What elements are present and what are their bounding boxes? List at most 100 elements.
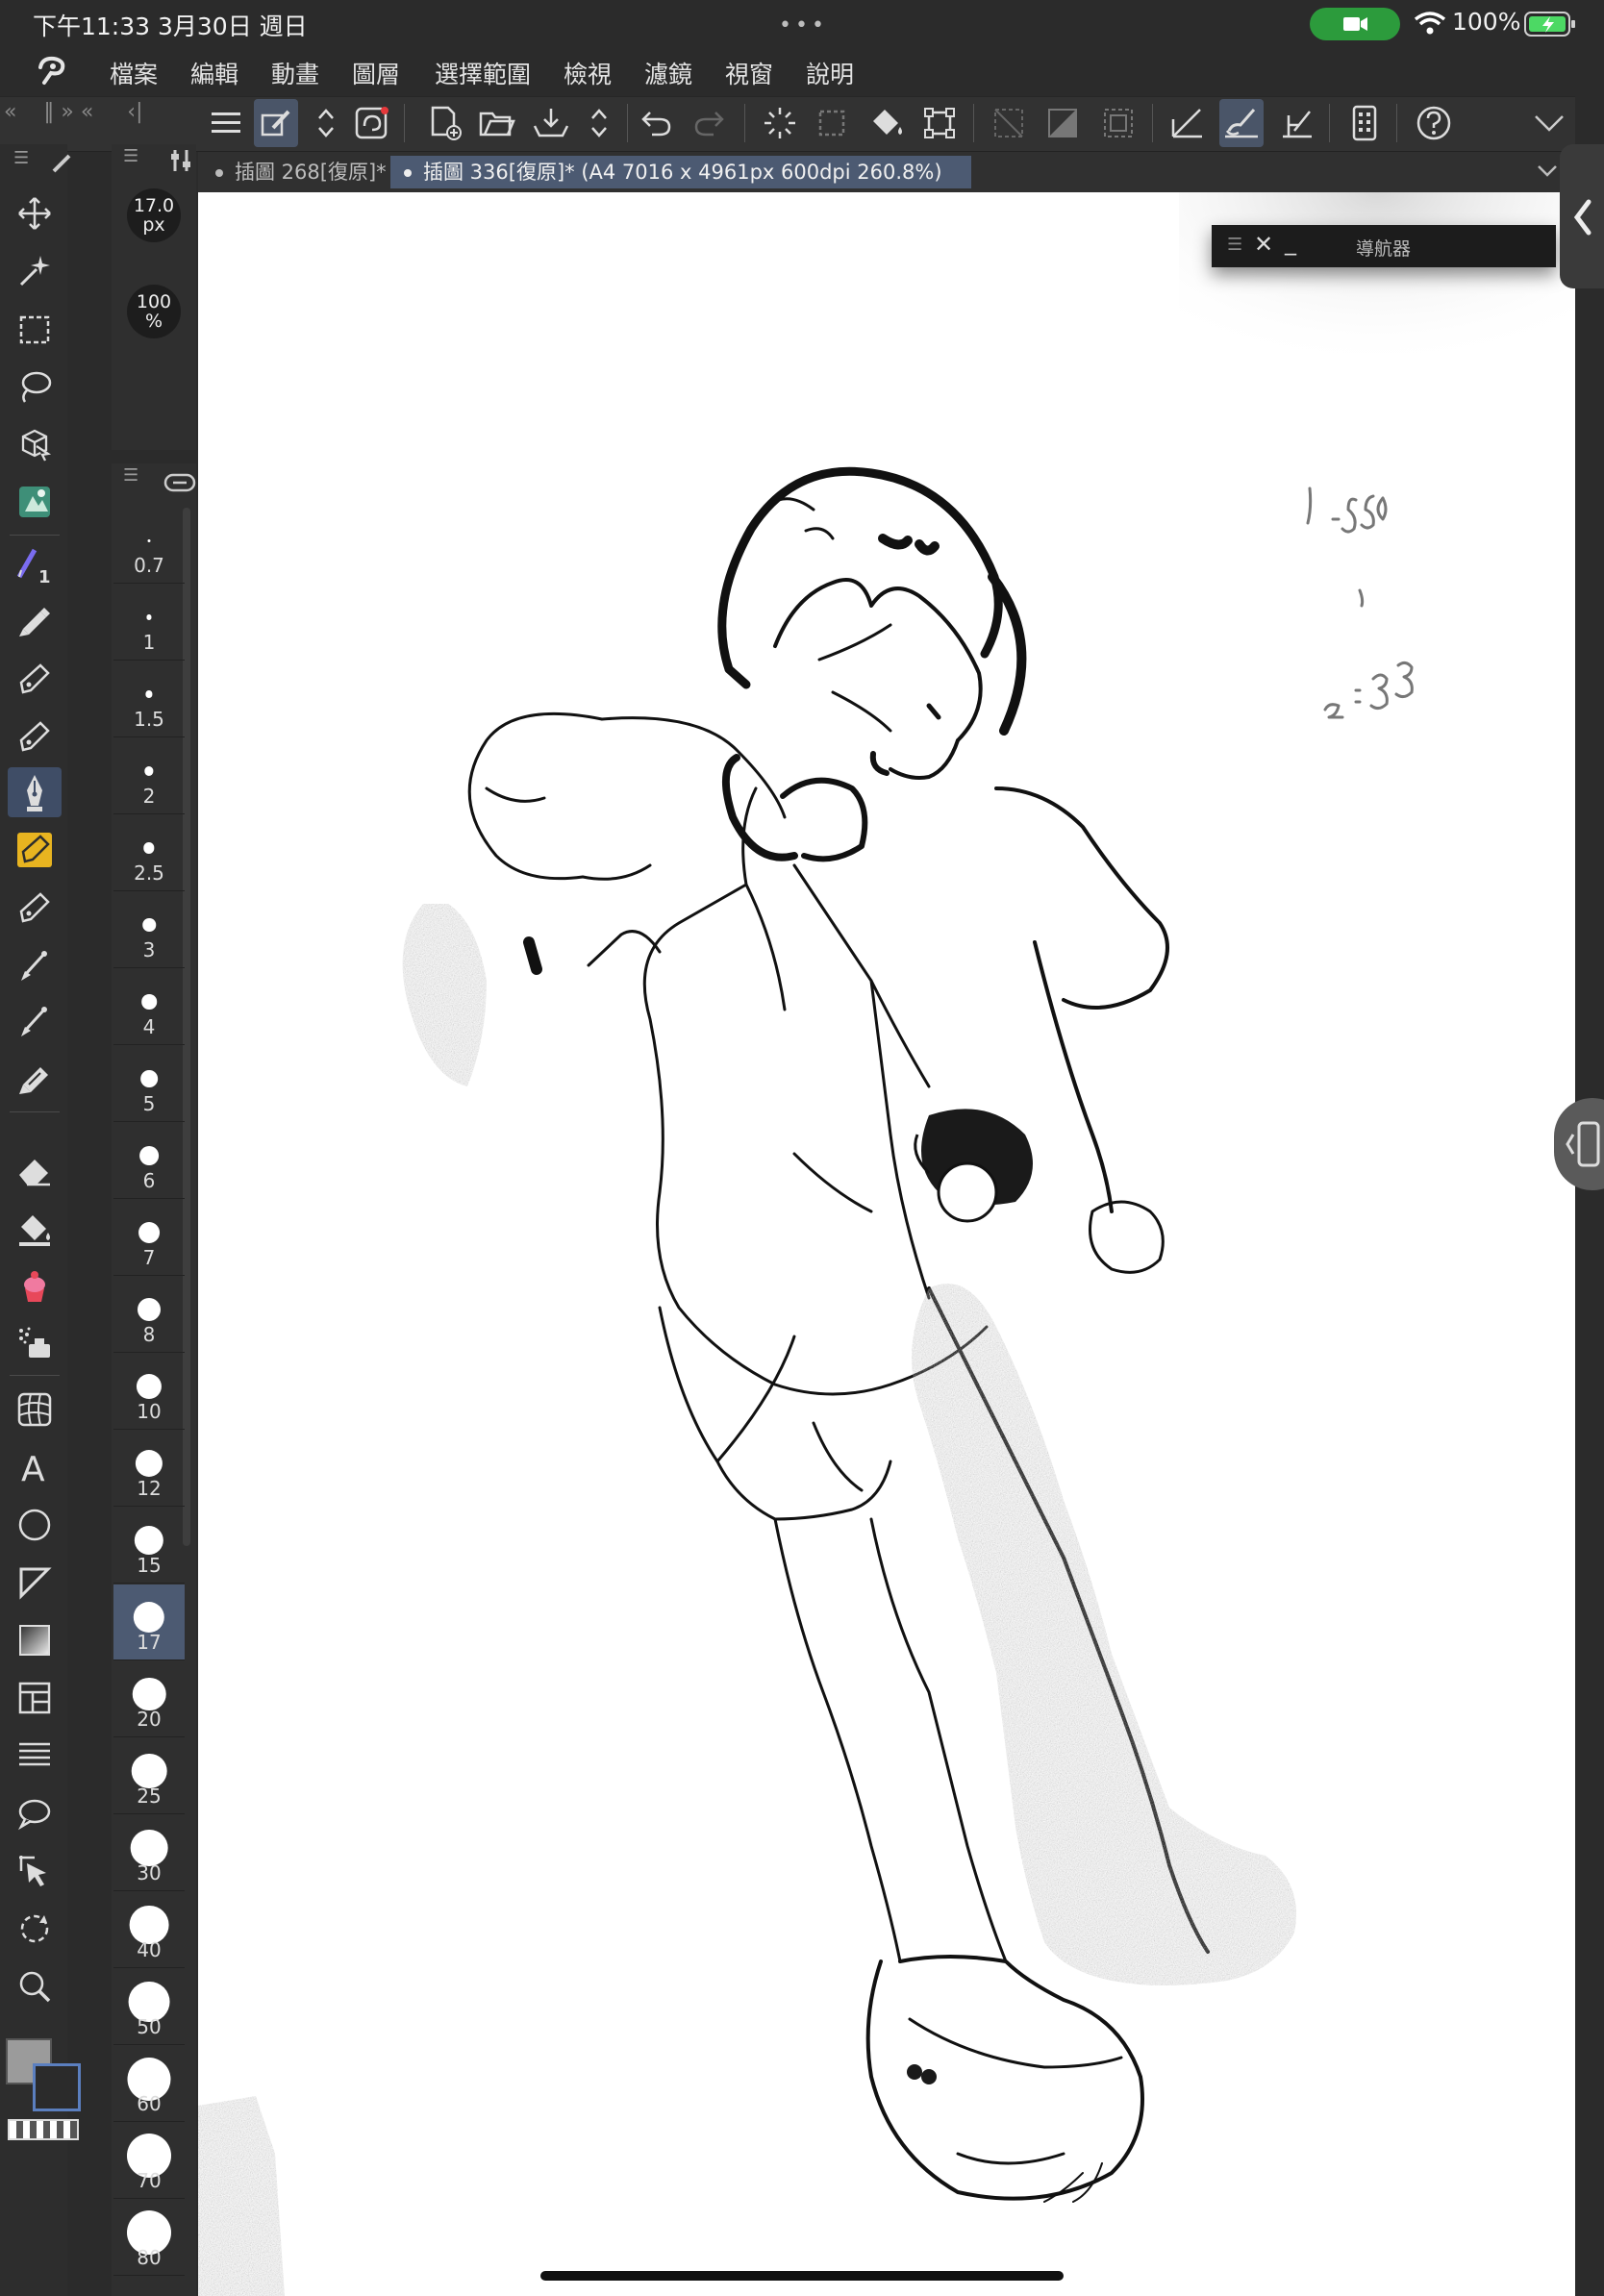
menu-layer[interactable]: 圖層 xyxy=(352,56,400,90)
brush-size-item[interactable]: 30 xyxy=(113,1815,185,1891)
brush-size-item[interactable]: 40 xyxy=(113,1892,185,1968)
ruler-snap-icon[interactable] xyxy=(1165,99,1210,147)
airbrush-tone-icon[interactable] xyxy=(8,1317,62,1367)
close-icon[interactable]: ✕ xyxy=(1254,231,1273,258)
brush-snap-icon[interactable] xyxy=(1219,99,1264,147)
mode-toggle-icon[interactable] xyxy=(304,99,348,147)
panel-menu-icon[interactable]: ☰ xyxy=(123,146,138,166)
object-select-icon[interactable] xyxy=(8,1846,62,1896)
menu-window[interactable]: 視窗 xyxy=(725,56,773,90)
brush-size-item[interactable]: 4 xyxy=(113,969,185,1045)
help-icon[interactable] xyxy=(1412,99,1456,147)
edit-mode-icon[interactable] xyxy=(254,99,298,147)
select-all-icon[interactable] xyxy=(1096,99,1140,147)
lasso-icon[interactable] xyxy=(8,362,62,412)
brush-size-item[interactable]: 15 xyxy=(113,1508,185,1584)
drawing-canvas[interactable] xyxy=(198,192,1575,2296)
tab-document-active[interactable]: 插圖 336[復原]* (A4 7016 x 4961px 600dpi 260… xyxy=(390,156,971,188)
brush-size-item[interactable]: 5 xyxy=(113,1046,185,1122)
brush-size-indicator[interactable]: 17.0 px xyxy=(127,188,181,242)
collapse-left-icon[interactable]: « ‖ » « ‹| xyxy=(4,100,143,124)
clear-selection-icon[interactable] xyxy=(987,99,1031,147)
speech-bubble-icon[interactable] xyxy=(8,1788,62,1838)
panel-menu-icon[interactable]: ☰ xyxy=(13,148,29,168)
g-pen-icon[interactable] xyxy=(8,767,62,817)
sub-color-swatch[interactable] xyxy=(33,2063,81,2111)
home-indicator[interactable] xyxy=(540,2271,1064,2281)
menu-animation[interactable]: 動畫 xyxy=(271,56,319,90)
brush-size-item[interactable]: 6 xyxy=(113,1123,185,1199)
grid-snap-icon[interactable] xyxy=(1275,99,1319,147)
navigator-panel[interactable]: ☰ ✕ _ 導航器 xyxy=(1212,225,1556,267)
brush-size-item[interactable]: 2.5 xyxy=(113,815,185,891)
menu-icon[interactable] xyxy=(204,99,248,147)
right-panel-toggle[interactable] xyxy=(1560,144,1604,288)
brush-size-item[interactable]: 60 xyxy=(113,2046,185,2122)
brush-size-item[interactable]: 8 xyxy=(113,1277,185,1353)
panel-icon[interactable] xyxy=(8,1673,62,1723)
blend-icon[interactable] xyxy=(8,1261,62,1311)
save-icon[interactable] xyxy=(529,99,573,147)
pen-icon[interactable] xyxy=(8,654,62,704)
ellipse-icon[interactable] xyxy=(8,1500,62,1550)
gradient-icon[interactable] xyxy=(8,1615,62,1665)
fill-icon[interactable] xyxy=(8,1204,62,1254)
app-logo-icon[interactable] xyxy=(35,54,69,88)
new-file-icon[interactable] xyxy=(423,99,467,147)
brush-size-item[interactable]: 20 xyxy=(113,1661,185,1737)
menu-help[interactable]: 說明 xyxy=(806,56,854,90)
text-icon[interactable]: A xyxy=(8,1442,62,1492)
lines-icon[interactable] xyxy=(8,1731,62,1781)
loading-icon[interactable] xyxy=(758,99,802,147)
menu-selection[interactable]: 選擇範圍 xyxy=(435,56,531,90)
brush-size-item[interactable]: 10 xyxy=(113,1354,185,1430)
property-tab-icon[interactable] xyxy=(169,146,192,175)
link-icon[interactable] xyxy=(163,471,196,494)
ruler-icon[interactable] xyxy=(8,1558,62,1608)
reference-image-icon[interactable] xyxy=(8,477,62,527)
fill-bucket-icon[interactable] xyxy=(865,99,910,147)
panel-menu-icon[interactable]: ☰ xyxy=(1227,235,1242,255)
brush-size-item[interactable]: 70 xyxy=(113,2123,185,2199)
brush-size-item[interactable]: 1.5 xyxy=(113,661,185,737)
brush-size-item[interactable]: 0.7 xyxy=(113,508,185,584)
brush-size-item[interactable]: 50 xyxy=(113,1969,185,2045)
save-toggle-icon[interactable] xyxy=(577,99,621,147)
marker-icon[interactable] xyxy=(8,825,62,875)
marker-pen-icon[interactable] xyxy=(8,596,62,646)
brush-size-item[interactable]: 3 xyxy=(113,892,185,968)
brush-size-item[interactable]: 2 xyxy=(113,738,185,814)
brush-size-item[interactable]: 12 xyxy=(113,1431,185,1507)
menu-filter[interactable]: 濾鏡 xyxy=(644,56,692,90)
brush-icon[interactable] xyxy=(8,940,62,990)
brush-size-item[interactable]: 80 xyxy=(113,2200,185,2276)
brush-size-item[interactable]: 1 xyxy=(113,585,185,661)
opacity-indicator[interactable]: 100 % xyxy=(127,285,181,338)
brush-size-item[interactable]: 25 xyxy=(113,1738,185,1814)
transform-icon[interactable] xyxy=(917,99,962,147)
color-pencil-icon[interactable]: 1 xyxy=(8,540,62,590)
panel-menu-icon[interactable]: ☰ xyxy=(123,465,138,486)
3d-select-icon[interactable] xyxy=(8,419,62,469)
device-icon[interactable] xyxy=(1342,99,1387,147)
menu-file[interactable]: 檔案 xyxy=(110,56,158,90)
minimize-icon[interactable]: _ xyxy=(1285,229,1296,256)
brush-size-item[interactable]: 17 xyxy=(113,1585,185,1660)
pencil-icon[interactable] xyxy=(8,883,62,933)
multitask-dots[interactable]: ••• xyxy=(779,13,828,37)
tab-list-chevron-icon[interactable] xyxy=(1537,163,1558,179)
menu-view[interactable]: 檢視 xyxy=(564,56,612,90)
rotate-icon[interactable] xyxy=(8,1904,62,1954)
rect-select-icon[interactable] xyxy=(8,304,62,354)
zoom-icon[interactable] xyxy=(8,1961,62,2011)
side-panel-handle[interactable] xyxy=(1554,1098,1604,1190)
pen-icon[interactable] xyxy=(8,711,62,761)
frame-icon[interactable] xyxy=(8,1385,62,1435)
brush-size-item[interactable]: 7 xyxy=(113,1200,185,1276)
transparent-color-swatch[interactable] xyxy=(8,2119,79,2140)
companion-icon[interactable] xyxy=(350,99,394,147)
chevron-down-icon[interactable] xyxy=(1527,99,1571,147)
open-folder-icon[interactable] xyxy=(475,99,519,147)
redo-icon[interactable] xyxy=(687,99,731,147)
undo-icon[interactable] xyxy=(635,99,679,147)
